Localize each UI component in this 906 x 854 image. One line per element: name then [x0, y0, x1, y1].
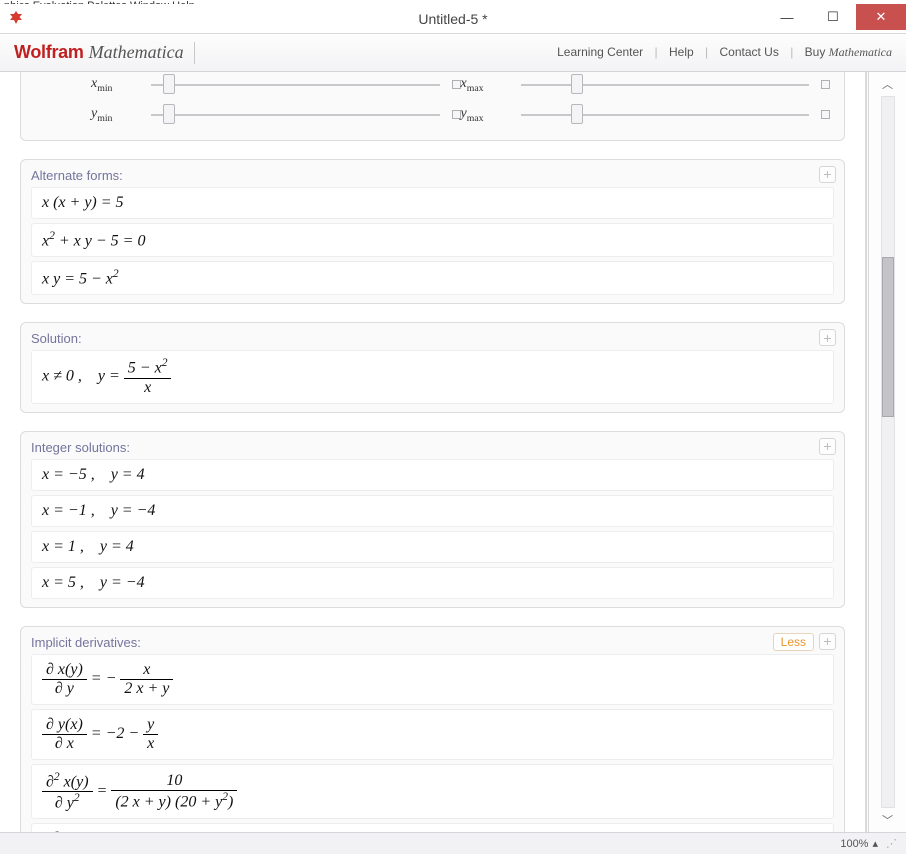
scroll-up-icon[interactable]: ︿ [882, 76, 893, 92]
window-titlebar: Untitled-5 * — ☐ ✕ [0, 4, 906, 34]
xmin-label: xmin [91, 76, 151, 94]
implicit-deriv-3: ∂2 x(y)∂ y2 = 10(2 x + y) (20 + y2) [31, 764, 834, 820]
integer-solutions-title: Integer solutions: [31, 440, 834, 455]
buy-link[interactable]: Buy Mathematica [805, 45, 892, 59]
xmax-label: xmax [461, 76, 521, 94]
int-sol-4: x = 5 , y = −4 [31, 567, 834, 599]
xmin-slider[interactable] [151, 80, 461, 89]
xmax-slider[interactable] [521, 80, 831, 89]
ymin-label: ymin [91, 106, 151, 124]
pod-expand-button[interactable]: + [819, 166, 836, 183]
contact-us-link[interactable]: Contact Us [719, 45, 778, 59]
brand: Wolfram Mathematica [14, 42, 184, 63]
implicit-derivatives-pod: + Less Implicit derivatives: ∂ x(y)∂ y =… [20, 626, 845, 832]
top-links: Learning Center | Help | Contact Us | Bu… [557, 45, 892, 60]
minimize-button[interactable]: — [764, 4, 810, 30]
implicit-deriv-1: ∂ x(y)∂ y = − x2 x + y [31, 654, 834, 705]
product-topbar: Wolfram Mathematica Learning Center | He… [0, 34, 906, 72]
ymax-slider[interactable] [521, 110, 831, 119]
solution-title: Solution: [31, 331, 834, 346]
pod-expand-button[interactable]: + [819, 633, 836, 650]
scroll-thumb[interactable] [882, 257, 894, 417]
scroll-track[interactable] [881, 96, 895, 808]
buy-label-prefix: Buy [805, 45, 829, 59]
resize-grip-icon[interactable]: ⋰ [886, 837, 900, 850]
close-button[interactable]: ✕ [856, 4, 906, 30]
int-sol-2: x = −1 , y = −4 [31, 495, 834, 527]
vertical-scrollbar[interactable]: ︿ ﹀ [866, 72, 906, 832]
integer-solutions-pod: + Integer solutions: x = −5 , y = 4 x = … [20, 431, 845, 608]
buy-label-product: Mathematica [829, 45, 892, 59]
brand-wolfram: Wolfram [14, 42, 84, 62]
pod-less-button[interactable]: Less [773, 633, 814, 651]
alternate-forms-title: Alternate forms: [31, 168, 834, 183]
brand-mathematica: Mathematica [89, 42, 184, 62]
pod-expand-button[interactable]: + [819, 329, 836, 346]
ymin-slider[interactable] [151, 110, 461, 119]
implicit-deriv-2: ∂ y(x)∂ x = −2 − yx [31, 709, 834, 760]
scroll-down-icon[interactable]: ﹀ [882, 812, 893, 828]
int-sol-1: x = −5 , y = 4 [31, 459, 834, 491]
workspace: xmin xmax ymin ymax + Alternate forms: x… [0, 72, 906, 832]
learning-center-link[interactable]: Learning Center [557, 45, 643, 59]
zoom-up-icon[interactable]: ▴ [872, 837, 878, 850]
app-icon [8, 11, 24, 27]
pod-expand-button[interactable]: + [819, 438, 836, 455]
notebook-content: xmin xmax ymin ymax + Alternate forms: x… [0, 72, 866, 832]
int-sol-3: x = 1 , y = 4 [31, 531, 834, 563]
zoom-level[interactable]: 100% [840, 838, 868, 850]
plot-range-pod: xmin xmax ymin ymax [20, 72, 845, 141]
alt-form-1: x (x + y) = 5 [31, 187, 834, 219]
brand-divider [194, 42, 195, 64]
alt-form-3: x y = 5 − x2 [31, 261, 834, 295]
alt-form-2: x2 + x y − 5 = 0 [31, 223, 834, 257]
help-link[interactable]: Help [669, 45, 694, 59]
solution-pod: + Solution: x ≠ 0 , y = 5 − x2x [20, 322, 845, 412]
alternate-forms-pod: + Alternate forms: x (x + y) = 5 x2 + x … [20, 159, 845, 305]
implicit-deriv-4: ∂2 y(x)∂ x2 = 2 (x + y)x2 [31, 823, 834, 832]
implicit-derivatives-title: Implicit derivatives: [31, 635, 834, 650]
status-bar: 100% ▴ ⋰ [0, 832, 906, 854]
maximize-button[interactable]: ☐ [810, 4, 856, 30]
solution-row: x ≠ 0 , y = 5 − x2x [31, 350, 834, 403]
ymax-label: ymax [461, 106, 521, 124]
